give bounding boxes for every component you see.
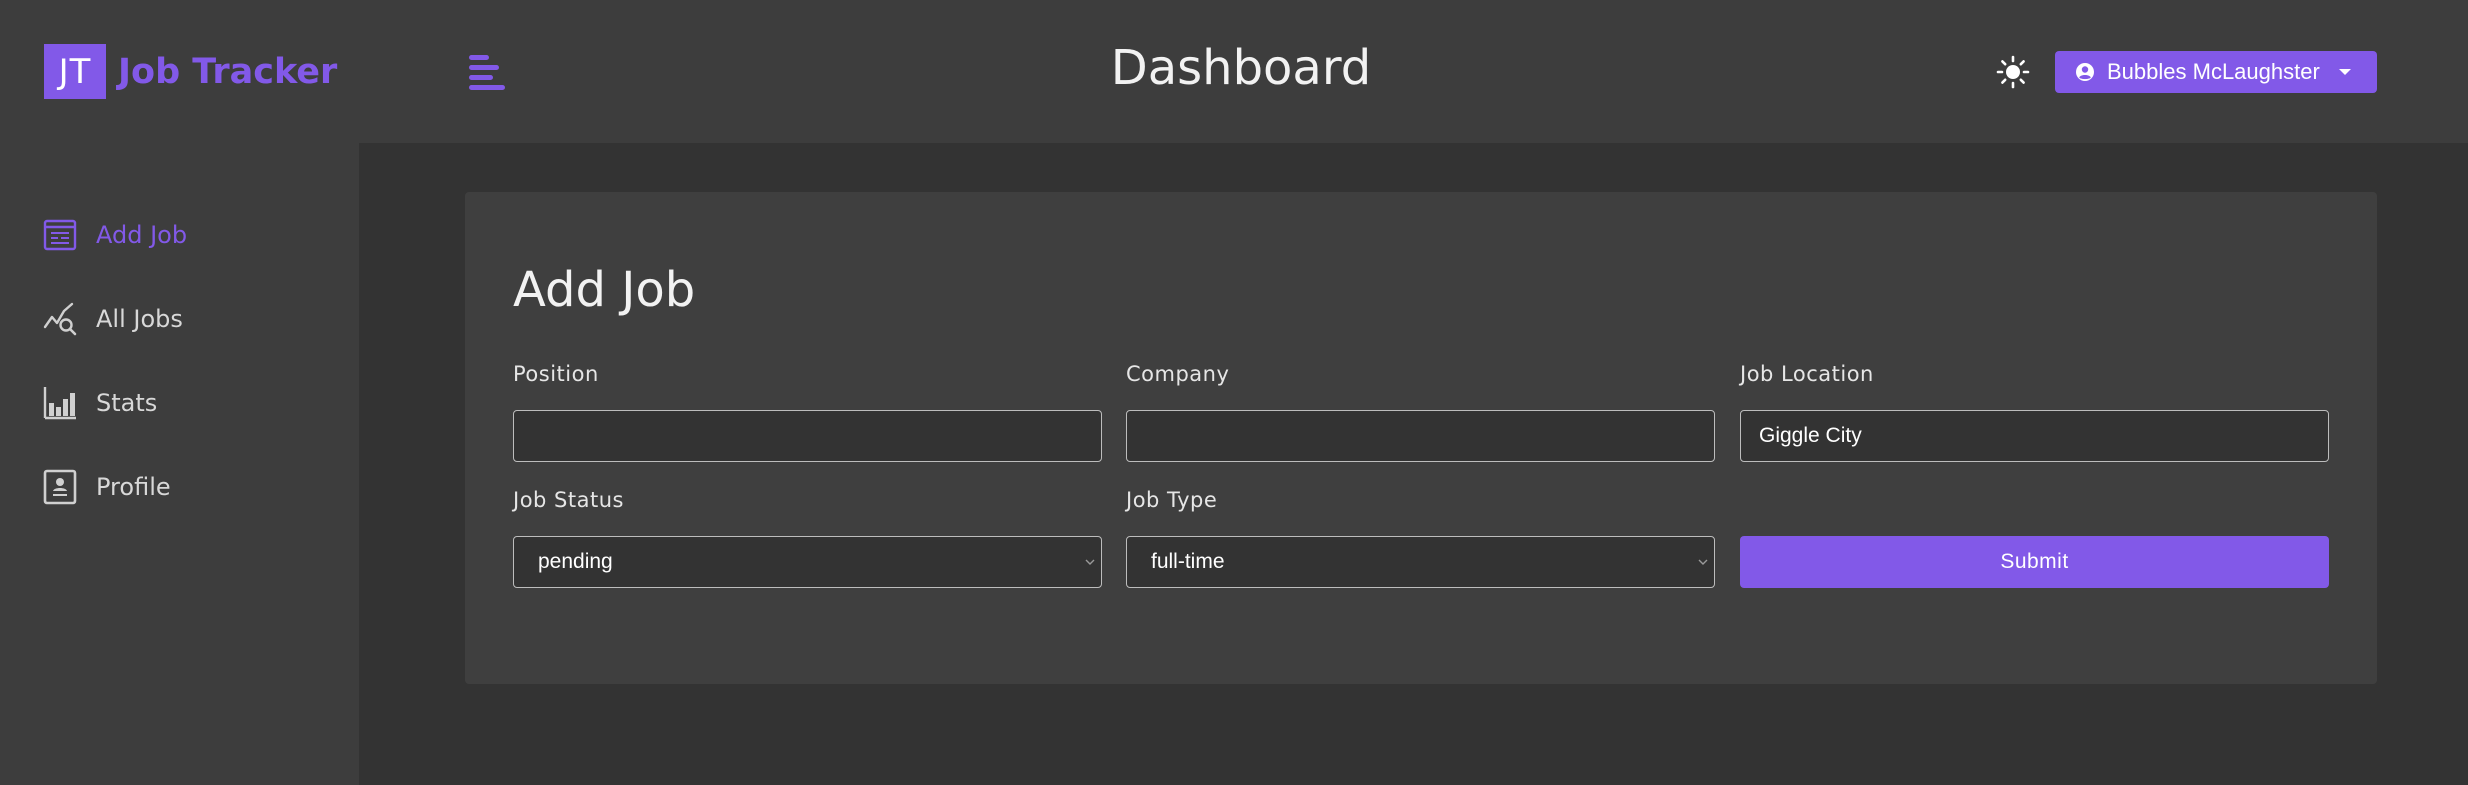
user-circle-icon bbox=[2076, 63, 2094, 81]
submit-button[interactable]: Submit bbox=[1740, 536, 2329, 588]
position-input[interactable] bbox=[513, 410, 1102, 462]
sidebar-item-label: Add Job bbox=[96, 221, 188, 249]
position-label: Position bbox=[513, 362, 599, 386]
sidebar-item-stats[interactable]: Stats bbox=[42, 383, 157, 423]
sidebar-item-label: All Jobs bbox=[96, 305, 183, 333]
sidebar-item-label: Profile bbox=[96, 473, 171, 501]
job-status-select[interactable]: pending bbox=[513, 536, 1102, 588]
job-location-label: Job Location bbox=[1740, 362, 1874, 386]
sidebar-item-profile[interactable]: Profile bbox=[42, 467, 171, 507]
select-arrow-icon bbox=[1085, 559, 1095, 565]
sidebar-item-label: Stats bbox=[96, 389, 158, 417]
sidebar: Add Job All Jobs Stats Profile bbox=[0, 143, 359, 785]
user-name: Bubbles McLaughster bbox=[2107, 59, 2320, 84]
top-navbar: JT Job Tracker Dashboard Bubbles McLaugh… bbox=[0, 0, 2468, 143]
sidebar-item-add-job[interactable]: Add Job bbox=[42, 215, 187, 255]
caret-down-icon bbox=[2338, 69, 2351, 75]
add-job-form: Add Job Position Company Job Location Jo… bbox=[465, 192, 2377, 684]
company-label: Company bbox=[1126, 362, 1230, 386]
bar-chart-icon bbox=[43, 387, 76, 420]
job-type-label: Job Type bbox=[1126, 488, 1218, 512]
job-location-input[interactable] bbox=[1740, 410, 2329, 462]
theme-toggle-button[interactable] bbox=[1996, 55, 2030, 89]
select-arrow-icon bbox=[1698, 559, 1708, 565]
job-type-select[interactable]: full-time bbox=[1126, 536, 1715, 588]
add-job-form-icon bbox=[43, 219, 77, 251]
job-status-value: pending bbox=[538, 550, 613, 573]
user-menu-button[interactable]: Bubbles McLaughster bbox=[2055, 51, 2377, 93]
sidebar-item-all-jobs[interactable]: All Jobs bbox=[42, 299, 183, 339]
job-status-label: Job Status bbox=[513, 488, 624, 512]
sun-icon bbox=[1996, 55, 2030, 89]
form-title: Add Job bbox=[513, 262, 696, 318]
profile-card-icon bbox=[43, 469, 77, 505]
search-chart-icon bbox=[43, 302, 77, 336]
job-type-value: full-time bbox=[1151, 550, 1225, 573]
company-input[interactable] bbox=[1126, 410, 1715, 462]
